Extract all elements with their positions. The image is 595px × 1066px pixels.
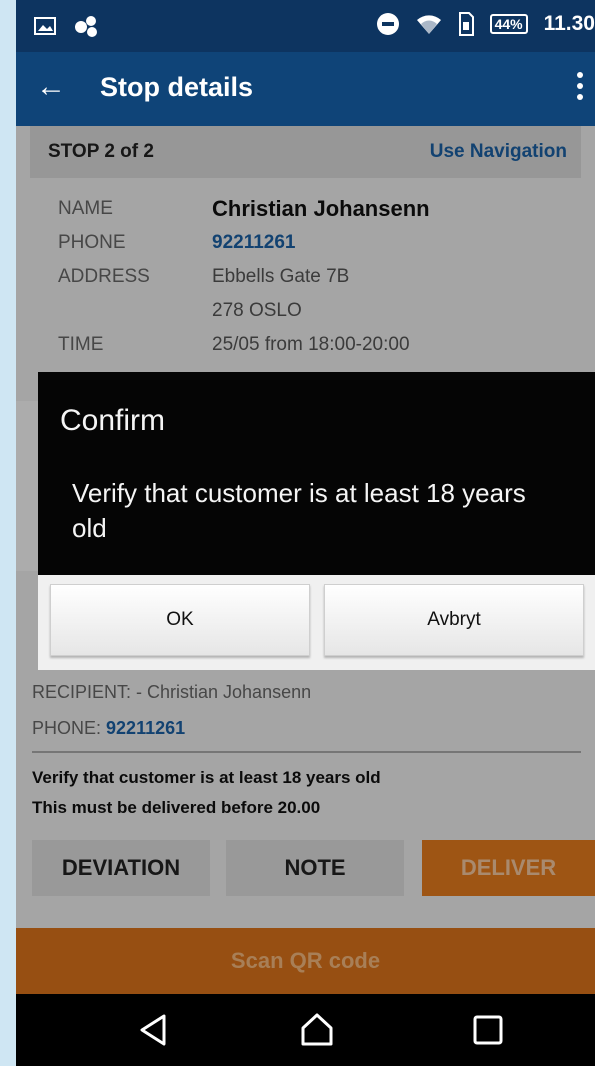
nav-home-icon[interactable] [297,1010,337,1050]
cancel-button[interactable]: Avbryt [324,584,584,656]
battery-icon: 44% [489,14,528,34]
nav-back-icon[interactable] [134,1010,174,1050]
system-nav-bar [16,994,595,1066]
arrow-back-icon[interactable]: ← [36,70,66,104]
do-not-disturb-icon [376,13,399,35]
sim-icon [458,12,474,36]
more-vert-icon[interactable] [577,72,585,100]
page-title: Stop details [100,72,254,102]
image-icon [34,17,56,35]
status-time: 11.30 [543,12,595,35]
app-icon [75,16,97,37]
confirm-dialog: Confirm Verify that customer is at least… [38,372,595,670]
app-bar: ← Stop details [16,52,595,126]
nav-recents-icon[interactable] [468,1010,508,1050]
dialog-message: Verify that customer is at least 18 year… [72,478,526,543]
status-bar: 44% 11.30 [16,0,595,52]
wifi-icon [416,15,441,34]
ok-button[interactable]: OK [50,584,310,656]
dialog-title: Confirm [60,404,166,437]
dialog-button-bar: OK Avbryt [38,575,595,670]
phone-screen: 44% 11.30 ← Stop details STOP 2 of 2 Use… [16,0,595,1066]
